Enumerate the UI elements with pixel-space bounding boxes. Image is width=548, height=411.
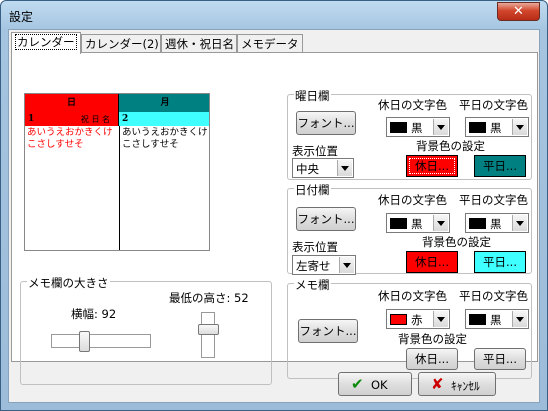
memo-group: メモ欄 フォント... 休日の文字色 平日の文字色 赤 黒 背景色の設定 休日.…	[287, 277, 532, 379]
chevron-down-icon[interactable]	[512, 311, 527, 327]
memo-weekday-color-label: 平日の文字色	[459, 289, 528, 303]
chevron-down-icon[interactable]	[433, 215, 448, 231]
date-weekday-color-label: 平日の文字色	[459, 193, 528, 207]
weekday-header-group: 曜日欄 フォント... 休日の文字色 平日の文字色 黒 黒 表示位置 中央 背景…	[287, 88, 532, 180]
preview-sunday-date: 1	[28, 114, 35, 124]
color-swatch	[390, 122, 407, 133]
memo-bg-label: 背景色の設定	[398, 332, 467, 346]
preview-monday-date-cell: 2	[119, 112, 209, 126]
selected-color-name: 黒	[490, 313, 502, 327]
selected-color-name: 黒	[490, 217, 502, 231]
chevron-down-icon[interactable]	[512, 119, 527, 135]
memo-size-group: メモ欄の大きさ 横幅: 92 最低の高さ: 52	[20, 275, 272, 385]
memo-holiday-bg-button[interactable]: 休日...	[406, 348, 458, 370]
cancel-button-label: ｷｬﾝｾﾙ	[451, 379, 480, 393]
checkmark-icon: ✔	[351, 375, 364, 393]
selected-color-name: 赤	[411, 313, 423, 327]
window-title: 設定	[9, 10, 34, 24]
ok-button[interactable]: ✔ OK	[338, 372, 412, 396]
date-position-select[interactable]: 左寄せ	[292, 255, 356, 275]
selected-position: 左寄せ	[296, 259, 331, 273]
date-group: 日付欄 フォント... 休日の文字色 平日の文字色 黒 黒 表示位置 左寄せ 背…	[287, 182, 532, 275]
preview-monday-memo: あいうえおかきくけこさしすせそ	[122, 127, 208, 150]
color-swatch	[390, 314, 407, 325]
date-holiday-color-label: 休日の文字色	[378, 193, 447, 207]
memo-width-slider-track[interactable]	[51, 334, 151, 348]
memo-height-slider-track[interactable]	[201, 312, 215, 358]
date-group-label: 日付欄	[294, 182, 331, 198]
chevron-down-icon[interactable]	[512, 215, 527, 231]
color-swatch	[469, 122, 486, 133]
memo-width-label: 横幅: 92	[71, 307, 117, 321]
weekday-header-position-select[interactable]: 中央	[292, 158, 354, 178]
chevron-down-icon[interactable]	[337, 160, 352, 176]
color-swatch	[390, 218, 407, 229]
selected-color-name: 黒	[490, 121, 502, 135]
weekday-header-position-label: 表示位置	[292, 144, 338, 158]
cancel-button[interactable]: ✘ ｷｬﾝｾﾙ	[418, 372, 496, 396]
tab-calendar[interactable]: カレンダー	[11, 32, 81, 54]
date-position-label: 表示位置	[292, 240, 338, 254]
preview-monday-date: 2	[122, 114, 129, 124]
date-weekday-bg-button[interactable]: 平日...	[474, 251, 526, 273]
color-swatch	[469, 218, 486, 229]
memo-font-button[interactable]: フォント...	[298, 319, 358, 343]
weekday-header-weekday-color-select[interactable]: 黒	[465, 117, 529, 137]
settings-window: 設定 ✕ カレンダー カレンダー(2) 週休・祝日名 メモデータ 日 月 1 祝…	[0, 0, 548, 411]
tab-memo-data[interactable]: メモデータ	[237, 34, 303, 53]
calendar-preview: 日 月 1 祝 日 名 2 あいうえおかきくけこさしすせそ あいうえおかきくけこ…	[24, 93, 210, 251]
color-swatch	[469, 314, 486, 325]
tab-panel-calendar: 日 月 1 祝 日 名 2 あいうえおかきくけこさしすせそ あいうえおかきくけこ…	[11, 52, 538, 385]
selected-color-name: 黒	[411, 217, 423, 231]
preview-monday-header: 月	[119, 94, 209, 112]
date-holiday-color-select[interactable]: 黒	[386, 213, 450, 233]
weekday-header-holiday-color-label: 休日の文字色	[378, 98, 447, 112]
memo-weekday-color-select[interactable]: 黒	[465, 309, 529, 329]
chevron-down-icon[interactable]	[339, 257, 354, 273]
ok-button-label: OK	[371, 378, 388, 392]
weekday-header-bg-label: 背景色の設定	[416, 139, 485, 153]
memo-holiday-color-select[interactable]: 赤	[386, 309, 450, 329]
selected-color-name: 黒	[411, 121, 423, 135]
tab-calendar-2[interactable]: カレンダー(2)	[81, 34, 161, 53]
chevron-down-icon[interactable]	[433, 119, 448, 135]
tab-calendar-label: カレンダー	[15, 34, 77, 50]
weekday-header-holiday-bg-button[interactable]: 休日...	[406, 155, 458, 177]
tab-weekly-holidays[interactable]: 週休・祝日名	[161, 34, 237, 53]
selected-position: 中央	[296, 162, 319, 176]
date-holiday-bg-button[interactable]: 休日...	[406, 251, 458, 273]
memo-width-slider-thumb[interactable]	[79, 331, 90, 352]
close-button[interactable]: ✕	[497, 2, 540, 21]
weekday-header-group-label: 曜日欄	[294, 88, 331, 104]
memo-holiday-color-label: 休日の文字色	[378, 289, 447, 303]
weekday-header-weekday-bg-button[interactable]: 平日...	[474, 155, 526, 177]
cross-icon: ✘	[431, 375, 444, 393]
preview-holiday-name: 祝 日 名	[80, 115, 110, 124]
date-font-button[interactable]: フォント...	[296, 207, 356, 231]
dialog-client-area: カレンダー カレンダー(2) 週休・祝日名 メモデータ 日 月 1 祝 日 名 …	[8, 29, 540, 403]
preview-sunday-date-cell: 1 祝 日 名	[25, 112, 119, 126]
date-weekday-color-select[interactable]: 黒	[465, 213, 529, 233]
title-bar[interactable]: 設定 ✕	[1, 1, 547, 29]
weekday-header-holiday-color-select[interactable]: 黒	[386, 117, 450, 137]
memo-size-group-label: メモ欄の大きさ	[27, 275, 110, 291]
preview-sunday-header: 日	[25, 94, 119, 112]
preview-divider	[119, 126, 120, 250]
chevron-down-icon[interactable]	[433, 311, 448, 327]
memo-min-height-label: 最低の高さ: 52	[169, 291, 249, 305]
weekday-header-weekday-color-label: 平日の文字色	[459, 98, 528, 112]
weekday-header-font-button[interactable]: フォント...	[296, 111, 356, 135]
memo-weekday-bg-button[interactable]: 平日...	[474, 348, 526, 370]
memo-height-slider-thumb[interactable]	[198, 324, 219, 335]
preview-sunday-memo: あいうえおかきくけこさしすせそ	[27, 127, 113, 150]
date-bg-label: 背景色の設定	[422, 235, 491, 249]
memo-group-label: メモ欄	[294, 277, 331, 293]
